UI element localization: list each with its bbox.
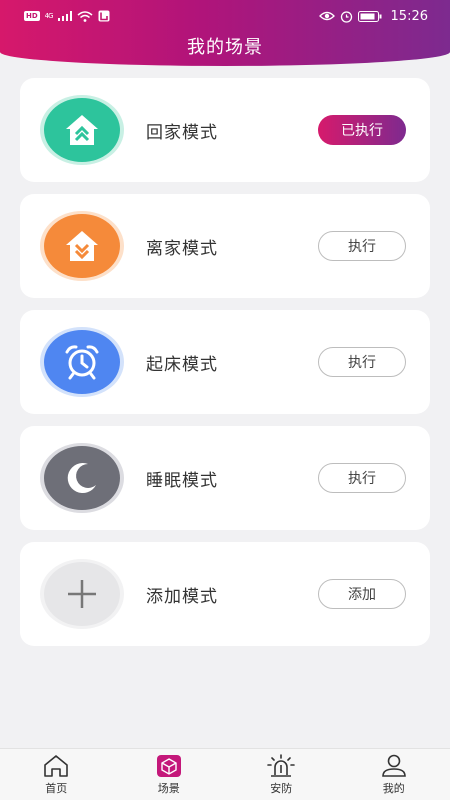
tab-label: 首页 <box>45 781 68 795</box>
scene-card-home: 回家模式 已执行 <box>20 78 430 182</box>
tab-profile[interactable]: 我的 <box>338 749 450 800</box>
status-bar: HD 4G 15:26 <box>0 0 450 32</box>
page-title: 我的场景 <box>187 37 263 58</box>
scene-card-sleep: 睡眠模式 执行 <box>20 426 430 530</box>
home-icon <box>44 754 69 777</box>
scene-name: 添加模式 <box>146 587 218 607</box>
scene-name: 起床模式 <box>146 355 218 375</box>
hd-badge: HD <box>24 11 40 21</box>
app-notification-icon <box>98 10 110 22</box>
scene-card-wake: 起床模式 执行 <box>20 310 430 414</box>
execute-button[interactable]: 执行 <box>318 463 406 493</box>
home-up-icon <box>40 95 124 165</box>
wifi-icon <box>77 10 93 22</box>
eye-icon <box>318 11 335 21</box>
home-down-icon <box>40 211 124 281</box>
tab-label: 安防 <box>270 781 293 795</box>
clock-time: 15:26 <box>390 8 428 24</box>
alarm-light-icon <box>267 753 296 777</box>
scene-card-add: 添加模式 添加 <box>20 542 430 646</box>
tab-label: 我的 <box>382 781 405 795</box>
tab-scene[interactable]: 场景 <box>113 749 226 800</box>
alarm-icon <box>340 10 352 23</box>
signal-icon <box>57 11 72 21</box>
tab-label: 场景 <box>157 781 180 795</box>
network-type: 4G <box>44 12 54 20</box>
execute-button[interactable]: 执行 <box>318 347 406 377</box>
scene-name: 回家模式 <box>146 123 218 143</box>
scene-list: 回家模式 已执行 离家模式 执行 起床模式 执行 睡眠模式 执行 添加模式 添加 <box>20 78 430 658</box>
scene-card-away: 离家模式 执行 <box>20 194 430 298</box>
execute-button[interactable]: 执行 <box>318 231 406 261</box>
add-button[interactable]: 添加 <box>318 579 406 609</box>
alarm-clock-icon <box>40 327 124 397</box>
battery-icon <box>357 10 382 22</box>
tab-security[interactable]: 安防 <box>225 749 338 800</box>
bottom-tab-bar: 首页 场景 安防 我的 <box>0 748 450 800</box>
user-icon <box>381 754 406 777</box>
moon-icon <box>40 443 124 513</box>
scene-name: 离家模式 <box>146 239 218 259</box>
scene-name: 睡眠模式 <box>146 471 218 491</box>
plus-icon[interactable] <box>40 559 124 629</box>
executed-button[interactable]: 已执行 <box>318 115 406 145</box>
scene-cube-icon <box>156 754 181 777</box>
tab-home[interactable]: 首页 <box>0 749 113 800</box>
header: HD 4G 15:26 我的场景 <box>0 0 450 66</box>
